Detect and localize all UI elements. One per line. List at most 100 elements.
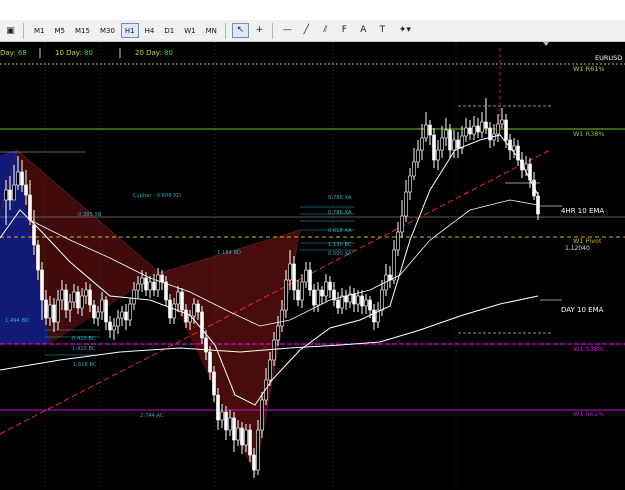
candle-bear	[36, 244, 40, 271]
timeframe-m5-button[interactable]: M5	[51, 23, 70, 38]
candle-bear	[320, 289, 324, 297]
candle-bull	[172, 303, 176, 319]
candle-bear	[476, 125, 480, 133]
annotation-bc-a: 0.410 BC	[72, 336, 96, 342]
timeframe-m1-button[interactable]: M1	[30, 23, 49, 38]
annotation-ac: 2.744 AC	[140, 413, 164, 419]
candle-bull	[512, 145, 516, 151]
timeframe-h4-button[interactable]: H4	[141, 23, 159, 38]
candle-bull	[464, 127, 468, 137]
candle-bull	[400, 215, 404, 233]
candle-bear	[336, 299, 340, 309]
candle-bear	[308, 269, 312, 291]
candle-bear	[180, 291, 184, 311]
candle-bull	[272, 339, 276, 361]
candle-bear	[216, 394, 220, 421]
candle-bull	[228, 417, 232, 431]
candle-bull	[192, 303, 196, 317]
ema-label-hr4: 4HR 10 EMA	[561, 207, 604, 215]
text-icon[interactable]: A	[355, 23, 372, 38]
candle-bull	[316, 289, 320, 306]
candle-bear	[108, 321, 112, 331]
cursor-icon[interactable]: ↖	[231, 22, 249, 38]
candle-bear	[44, 299, 48, 319]
candle-bear	[312, 289, 316, 306]
candle-bull	[48, 304, 52, 319]
candle-bull	[112, 325, 116, 331]
candle-bear	[292, 263, 296, 291]
candle-bear	[196, 303, 200, 313]
candle-bull	[268, 359, 272, 381]
candle-bear	[52, 304, 56, 323]
trendline-icon[interactable]: ╱	[298, 23, 315, 38]
candle-bull	[60, 289, 64, 301]
candle-bear	[360, 295, 364, 307]
candle-bull	[96, 311, 100, 319]
shapes-dropdown-icon[interactable]: ✦▾	[393, 23, 417, 38]
candle-bear	[40, 269, 44, 301]
drawing-tools-group: ↖ + — ╱ ⫽ F A T ✦▾	[230, 22, 417, 39]
candle-bear	[468, 127, 472, 135]
candle-bear	[164, 281, 168, 301]
candle-bull	[260, 399, 264, 431]
annotation-xa-c: 0.618 XA	[328, 228, 352, 234]
candle-bear	[212, 371, 216, 396]
timeframe-h1-button[interactable]: H1	[120, 23, 139, 38]
candle-bull	[12, 184, 16, 201]
range-label-value: 80	[84, 49, 93, 57]
candle-bear	[252, 454, 256, 471]
annotation-bc-c: 1.618 BC	[73, 362, 97, 368]
label-icon[interactable]: T	[374, 23, 391, 38]
candle-bull	[416, 149, 420, 163]
candle-bear	[28, 194, 32, 221]
range-label-0: Day: 68	[0, 49, 27, 57]
fibonacci-icon[interactable]: F	[336, 23, 353, 38]
candle-bull	[156, 274, 160, 291]
candle-bear	[484, 121, 488, 129]
candle-bear	[24, 184, 28, 196]
annotation-xb: 0.385 XB	[78, 212, 102, 218]
candle-bear	[296, 289, 300, 301]
candle-bear	[352, 293, 356, 305]
candle-bear	[8, 189, 12, 201]
annotation-xa-a: 0.786 XA	[328, 195, 352, 201]
price-label: 1.12040	[565, 245, 590, 252]
level-label-r38: W1 R38%	[573, 130, 605, 138]
candle-bull	[56, 299, 60, 323]
candle-bull	[288, 263, 292, 281]
candle-bull	[340, 295, 344, 309]
ema-label-day: DAY 10 EMA	[561, 306, 604, 314]
chart-canvas[interactable]: Day: 68 10 Day: 80 20 Day: 80EURUSDW1 R61%…	[0, 42, 625, 490]
candle-bull	[364, 299, 368, 307]
candle-bear	[88, 289, 92, 306]
timeframe-d1-button[interactable]: D1	[160, 23, 178, 38]
timeframe-m15-button[interactable]: M15	[71, 23, 94, 38]
timeframe-w1-button[interactable]: W1	[180, 23, 199, 38]
timeframe-m30-button[interactable]: M30	[96, 23, 119, 38]
price-chart[interactable]: Day: 68 10 Day: 80 20 Day: 80 EURUSD W1 R61%…	[0, 42, 625, 490]
candle-bear	[200, 311, 204, 339]
horizontal-line-icon[interactable]: —	[279, 23, 296, 38]
candle-bear	[64, 289, 68, 311]
candle-bull	[436, 149, 440, 161]
equidistant-channel-icon[interactable]: ⫽	[317, 23, 334, 38]
level-label-s61: W1 S61%	[573, 410, 604, 418]
menu-area	[0, 0, 625, 20]
candle-bull	[324, 281, 328, 297]
candle-bear	[428, 124, 432, 136]
candle-bull	[68, 301, 72, 311]
candle-bull	[80, 295, 84, 309]
candle-bull	[452, 139, 456, 151]
crosshair-icon[interactable]: +	[251, 23, 268, 38]
candle-bull	[132, 289, 136, 305]
candle-bear	[240, 427, 244, 446]
properties-icon[interactable]: ▣	[2, 23, 19, 38]
annotation-cypher: Cypher - 0.606 XD	[133, 193, 181, 199]
toolbar-separator	[271, 22, 273, 39]
candle-bull	[256, 429, 260, 471]
candle-bear	[456, 139, 460, 149]
candle-bull	[444, 129, 448, 139]
candle-bear	[504, 119, 508, 141]
timeframe-mn-button[interactable]: MN	[202, 23, 221, 38]
candle-bull	[276, 325, 280, 341]
